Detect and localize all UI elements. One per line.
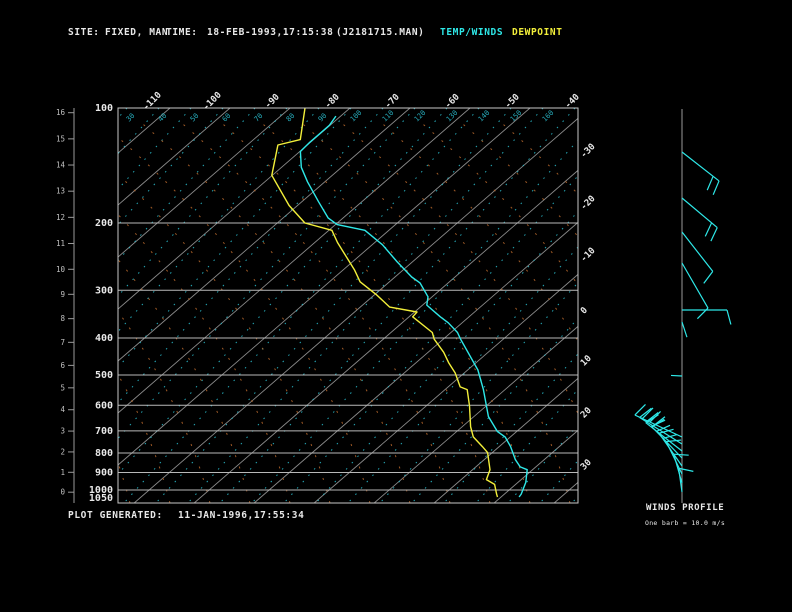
moist-line-label: 110: [381, 109, 396, 124]
moist-line-label: 30: [125, 112, 137, 124]
moist-line-label: 60: [221, 112, 233, 124]
moist-line-label: 80: [285, 112, 297, 124]
sounding-app-screen: SITE: FIXED, MAN TIME: 18-FEB-1993,17:15…: [0, 0, 792, 612]
wind-barb: [681, 231, 714, 284]
pressure-gridlines: [118, 222, 578, 491]
height-tick-label: 2: [60, 447, 65, 456]
pressure-tick-label: 100: [95, 103, 113, 114]
wind-barb: [682, 309, 732, 325]
height-tick-label: 4: [60, 405, 65, 414]
wind-barb: [670, 374, 683, 377]
height-tick-label: 12: [56, 213, 65, 222]
wind-barb: [681, 151, 720, 195]
height-tick-label: 6: [60, 361, 65, 370]
isotherm-top-label: -100: [201, 90, 223, 112]
height-tick-label: 5: [60, 383, 65, 392]
height-tick-label: 0: [60, 488, 65, 497]
pressure-tick-label: 300: [95, 285, 113, 296]
plot-generated-value: 11-JAN-1996,17:55:34: [178, 510, 305, 521]
height-tick-label: 3: [60, 427, 65, 436]
moist-line-label: 90: [317, 112, 329, 124]
moist-line-label: 50: [189, 112, 201, 124]
height-tick-label: 10: [56, 265, 66, 274]
wind-barbs: [634, 109, 732, 503]
pressure-tick-label: 800: [95, 448, 113, 459]
isotherm-top-label: -110: [141, 90, 163, 112]
height-tick-label: 16: [56, 108, 66, 117]
height-tick-label: 13: [56, 187, 65, 196]
height-tick-label: 7: [60, 338, 65, 347]
isotherm-right-label: -20: [579, 194, 598, 213]
winds-profile-subtitle: One barb = 10.0 m/s: [645, 519, 726, 527]
isotherm-right-label: 10: [579, 354, 594, 369]
pressure-tick-label: 200: [95, 218, 113, 229]
pressure-tick-labels: 10020030040050060070080090010001050: [89, 103, 113, 504]
isotherm-right-label: 20: [579, 406, 594, 421]
height-tick-label: 1: [60, 468, 65, 477]
moist-line-label: 140: [477, 109, 492, 124]
moist-line-label: 100: [349, 109, 364, 124]
height-axis: 012345678910111213141516: [56, 108, 75, 503]
moist-line-label: 160: [541, 109, 556, 124]
pressure-tick-label: 400: [95, 333, 113, 344]
isotherm-right-label: 30: [579, 458, 594, 473]
plot-generated-label: PLOT GENERATED:: [68, 510, 163, 521]
moist-line-label: 120: [413, 109, 428, 124]
moist-line-label: 70: [253, 112, 265, 124]
height-tick-label: 8: [60, 314, 65, 323]
pressure-tick-label: 700: [95, 426, 113, 437]
isotherm-right-label: 0: [579, 306, 590, 317]
height-tick-label: 11: [56, 239, 65, 248]
pressure-tick-label: 900: [95, 468, 113, 479]
moist-line-label: 150: [509, 109, 524, 124]
pressure-tick-label: 600: [95, 400, 113, 411]
height-tick-label: 15: [56, 134, 65, 143]
pressure-tick-label: 500: [95, 370, 113, 381]
moist-line-label: 130: [445, 109, 460, 124]
dry-adiabats: [118, 118, 578, 503]
height-tick-label: 9: [60, 290, 65, 299]
wind-barb: [681, 321, 688, 338]
moist-line-label: 40: [157, 112, 169, 124]
isotherm-right-label: -30: [579, 142, 598, 161]
winds-profile-title: WINDS PROFILE: [646, 503, 725, 513]
wind-barb: [681, 197, 718, 242]
wind-barb: [639, 407, 683, 445]
right-temp-labels: -30 -20 -10 0 10 20 30: [579, 142, 598, 473]
pressure-tick-label: 1050: [89, 493, 113, 504]
isotherm-right-label: -10: [579, 246, 598, 265]
height-tick-label: 14: [56, 161, 66, 170]
